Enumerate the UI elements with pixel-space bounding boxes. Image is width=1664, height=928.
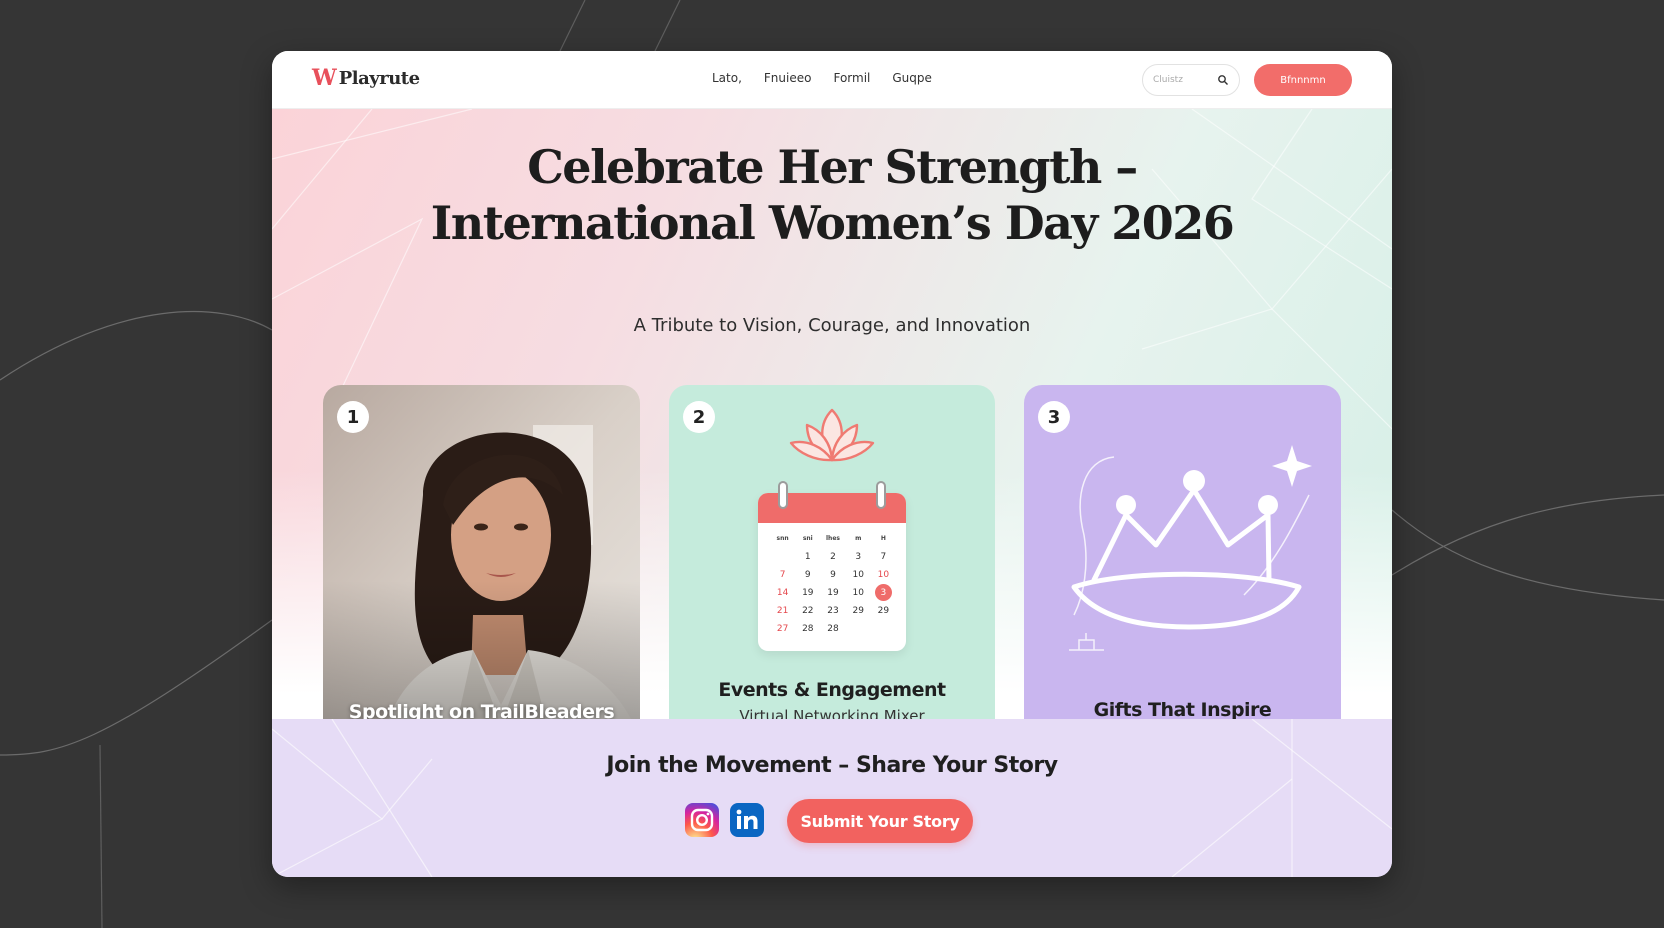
- calendar-day: 2: [830, 551, 836, 562]
- weekday-label: m: [855, 535, 862, 542]
- calendar-ring: [876, 481, 886, 509]
- card-number-badge: 2: [683, 401, 715, 433]
- nav-link-1[interactable]: Lato,: [712, 71, 742, 85]
- calendar-day: 23: [827, 605, 839, 616]
- calendar-day: 19: [827, 587, 839, 598]
- weekday-label: snn: [776, 535, 789, 542]
- calendar-day: 22: [802, 605, 814, 616]
- highlighted-day-number: 3: [874, 584, 892, 601]
- search-icon[interactable]: [1217, 74, 1229, 86]
- calendar-day: [770, 549, 795, 564]
- top-navigation: W Playrute Lato, Fnuieeo Formil Guqpe Bf…: [272, 51, 1392, 109]
- calendar-day: 3: [855, 551, 862, 562]
- calendar-day: 19: [802, 587, 814, 598]
- nav-link-4[interactable]: Guqpe: [892, 71, 932, 85]
- portrait-photo: [323, 385, 640, 741]
- card-caption: Gifts That Inspire: [1093, 699, 1272, 721]
- calendar-day: 9: [804, 569, 811, 580]
- calendar-day-highlighted: 3: [871, 584, 896, 601]
- join-movement-title: Join the Movement – Share Your Story: [606, 753, 1058, 778]
- calendar-day: 28: [802, 623, 814, 634]
- calendar-day: 10: [852, 569, 864, 580]
- calendar-day: 28: [827, 623, 839, 634]
- card-number-badge: 3: [1038, 401, 1070, 433]
- submit-story-button[interactable]: Submit Your Story: [787, 799, 973, 843]
- hero-title: Celebrate Her Strength – International W…: [272, 139, 1392, 251]
- logo[interactable]: W Playrute: [312, 65, 420, 91]
- band-geometric-pattern: [272, 719, 1392, 877]
- nav-links: Lato, Fnuieeo Formil Guqpe: [712, 71, 932, 85]
- calendar-day: 7: [880, 551, 887, 562]
- hero-subtitle: A Tribute to Vision, Courage, and Innova…: [633, 315, 1031, 336]
- search-input[interactable]: [1153, 75, 1213, 85]
- weekday-label: lhes: [826, 535, 840, 542]
- webpage: W Playrute Lato, Fnuieeo Formil Guqpe Bf…: [272, 51, 1392, 877]
- nav-link-2[interactable]: Fnuieeo: [764, 71, 812, 85]
- calendar-day: 7: [779, 569, 786, 580]
- calendar-day: 27: [776, 623, 789, 634]
- calendar-day: 29: [852, 605, 864, 616]
- hero-title-line-2: International Women’s Day 2026: [430, 196, 1235, 250]
- calendar-illustration: snn sni lhes m H 1 2 3 7 7 9 9 10 10 14: [758, 481, 906, 651]
- card-events[interactable]: 2 snn sni lhes m H 1 2 3 7 7 9 9 10 10 1…: [669, 385, 995, 741]
- card-gifts[interactable]: 3 Gifts That Inspire: [1024, 385, 1341, 741]
- card-number-badge: 1: [337, 401, 369, 433]
- linkedin-icon[interactable]: [730, 803, 764, 837]
- calendar-day: 10: [852, 587, 864, 598]
- calendar-day: 10: [877, 569, 890, 580]
- weekday-label: H: [880, 535, 886, 542]
- lotus-icon: [789, 408, 875, 462]
- nav-cta-button[interactable]: Bfnnnmn: [1254, 64, 1352, 96]
- nav-link-3[interactable]: Formil: [833, 71, 870, 85]
- calendar-day: [871, 621, 896, 636]
- hero-section: Celebrate Her Strength – International W…: [272, 109, 1392, 769]
- calendar-day: 14: [776, 587, 789, 598]
- logo-text: Playrute: [338, 67, 420, 89]
- card-spotlight[interactable]: 1 Spotlight on TrailBleaders: [323, 385, 640, 741]
- calendar-day: 29: [877, 605, 890, 616]
- join-movement-section: Join the Movement – Share Your Story Sub…: [272, 719, 1392, 877]
- calendar-grid: snn sni lhes m H 1 2 3 7 7 9 9 10 10 14: [770, 531, 896, 636]
- crown-icon: [1069, 445, 1312, 651]
- instagram-icon[interactable]: [685, 803, 719, 837]
- calendar-day: [846, 621, 871, 636]
- calendar-day: 21: [776, 605, 789, 616]
- card-caption: Events & Engagement: [718, 679, 946, 701]
- weekday-label: sni: [802, 535, 813, 542]
- logo-mark: W: [312, 65, 337, 91]
- calendar-day: 9: [830, 569, 836, 580]
- calendar-ring: [778, 481, 788, 509]
- calendar-day: 1: [804, 551, 811, 562]
- hero-title-line-1: Celebrate Her Strength –: [527, 140, 1138, 194]
- search-box[interactable]: [1142, 64, 1240, 96]
